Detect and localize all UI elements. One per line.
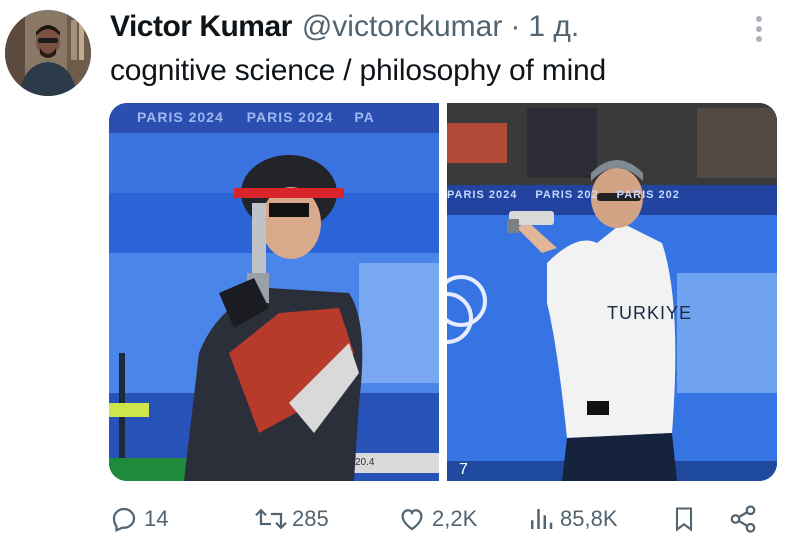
- tweet-header: Victor Kumar @victorckumar · 1 д.: [110, 10, 579, 46]
- bookmark-button[interactable]: [670, 502, 698, 536]
- share-icon: [730, 505, 756, 533]
- more-options-button[interactable]: [744, 12, 774, 46]
- views-chart-icon: [531, 509, 553, 529]
- banner-text: PARIS 2024: [137, 109, 224, 125]
- separator-dot: ·: [510, 10, 521, 43]
- heart-icon: [401, 509, 423, 531]
- banner-text: PARIS 2024: [447, 189, 518, 201]
- retweet-icon: [255, 508, 287, 530]
- views-count: 85,8K: [560, 506, 618, 531]
- retweet-count: 285: [292, 506, 329, 531]
- author-name[interactable]: Victor Kumar: [110, 10, 292, 44]
- timestamp[interactable]: 1 д.: [528, 10, 579, 44]
- author-handle[interactable]: @victorckumar: [302, 10, 502, 44]
- share-button[interactable]: [728, 502, 758, 536]
- tweet-media[interactable]: PARIS 2024 PARIS 2024 PA 20.4 PARIS 2024…: [109, 103, 777, 481]
- bookmark-icon: [675, 507, 693, 532]
- shirt-text: TURKIYE: [607, 303, 693, 323]
- banner-text-3: PA: [354, 109, 375, 125]
- tweet-actions: 14 285 2,2K 85,8K: [108, 502, 768, 536]
- lane-number: 7: [459, 461, 468, 478]
- avatar-image: [5, 10, 91, 96]
- banner-text-2: PARIS 202: [535, 189, 599, 201]
- banner-text-2: PARIS 2024: [246, 109, 334, 125]
- tweet-text: cognitive science / philosophy of mind: [110, 54, 607, 87]
- photo-right[interactable]: PARIS 2024 PARIS 202 PARIS 202 TURKIYE 7: [447, 103, 777, 481]
- banner-text-3: PARIS 202: [616, 189, 680, 201]
- shooter-photo-left: [109, 103, 439, 481]
- shooter-photo-right: [447, 103, 777, 481]
- reply-button[interactable]: 14: [108, 502, 168, 536]
- reply-icon: [112, 507, 136, 532]
- like-button[interactable]: 2,2K: [396, 502, 477, 536]
- photo-left[interactable]: PARIS 2024 PARIS 2024 PA 20.4: [109, 103, 439, 481]
- avatar[interactable]: [5, 10, 91, 96]
- reply-count: 14: [144, 506, 169, 531]
- like-count: 2,2K: [432, 506, 478, 531]
- views-button[interactable]: 85,8K: [526, 502, 618, 536]
- scoreboard-text: 20.4: [355, 457, 375, 468]
- more-vertical-icon: [756, 16, 762, 42]
- retweet-button[interactable]: 285: [254, 502, 329, 536]
